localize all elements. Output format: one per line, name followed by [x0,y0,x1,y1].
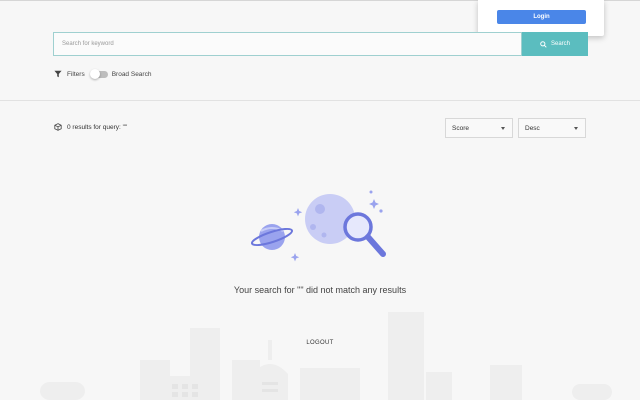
empty-search-illustration [250,190,386,262]
section-divider [0,100,640,101]
magnifier-icon [343,212,386,257]
toggle-knob [89,69,100,79]
filters-label[interactable]: Filters [67,71,85,78]
broad-search-label: Broad Search [111,70,152,78]
filters-row: Filters Broad Search [54,69,152,79]
results-summary: 0 results for query: "" [54,123,127,131]
results-count-text: 0 results for query: "" [67,123,128,131]
sort-order-value: Desc [525,124,540,132]
search-button[interactable]: Search [522,32,588,56]
search-input[interactable]: Search for keyword [53,32,522,56]
broad-search-toggle[interactable] [89,69,108,79]
chevron-down-icon [574,127,578,130]
sort-field-select[interactable]: Score [445,118,513,138]
city-skyline-background [40,312,612,400]
search-button-label: Search [550,41,570,47]
sort-order-select[interactable]: Desc [518,118,586,138]
search-icon [540,40,547,48]
login-button[interactable]: Login [497,10,586,24]
search-placeholder: Search for keyword [62,41,114,47]
login-popover: Login [478,0,604,36]
cube-icon [54,123,62,131]
planet-icon [250,224,294,250]
chevron-down-icon [501,127,505,130]
sort-field-value: Score [452,124,469,132]
filter-icon[interactable] [54,70,62,78]
